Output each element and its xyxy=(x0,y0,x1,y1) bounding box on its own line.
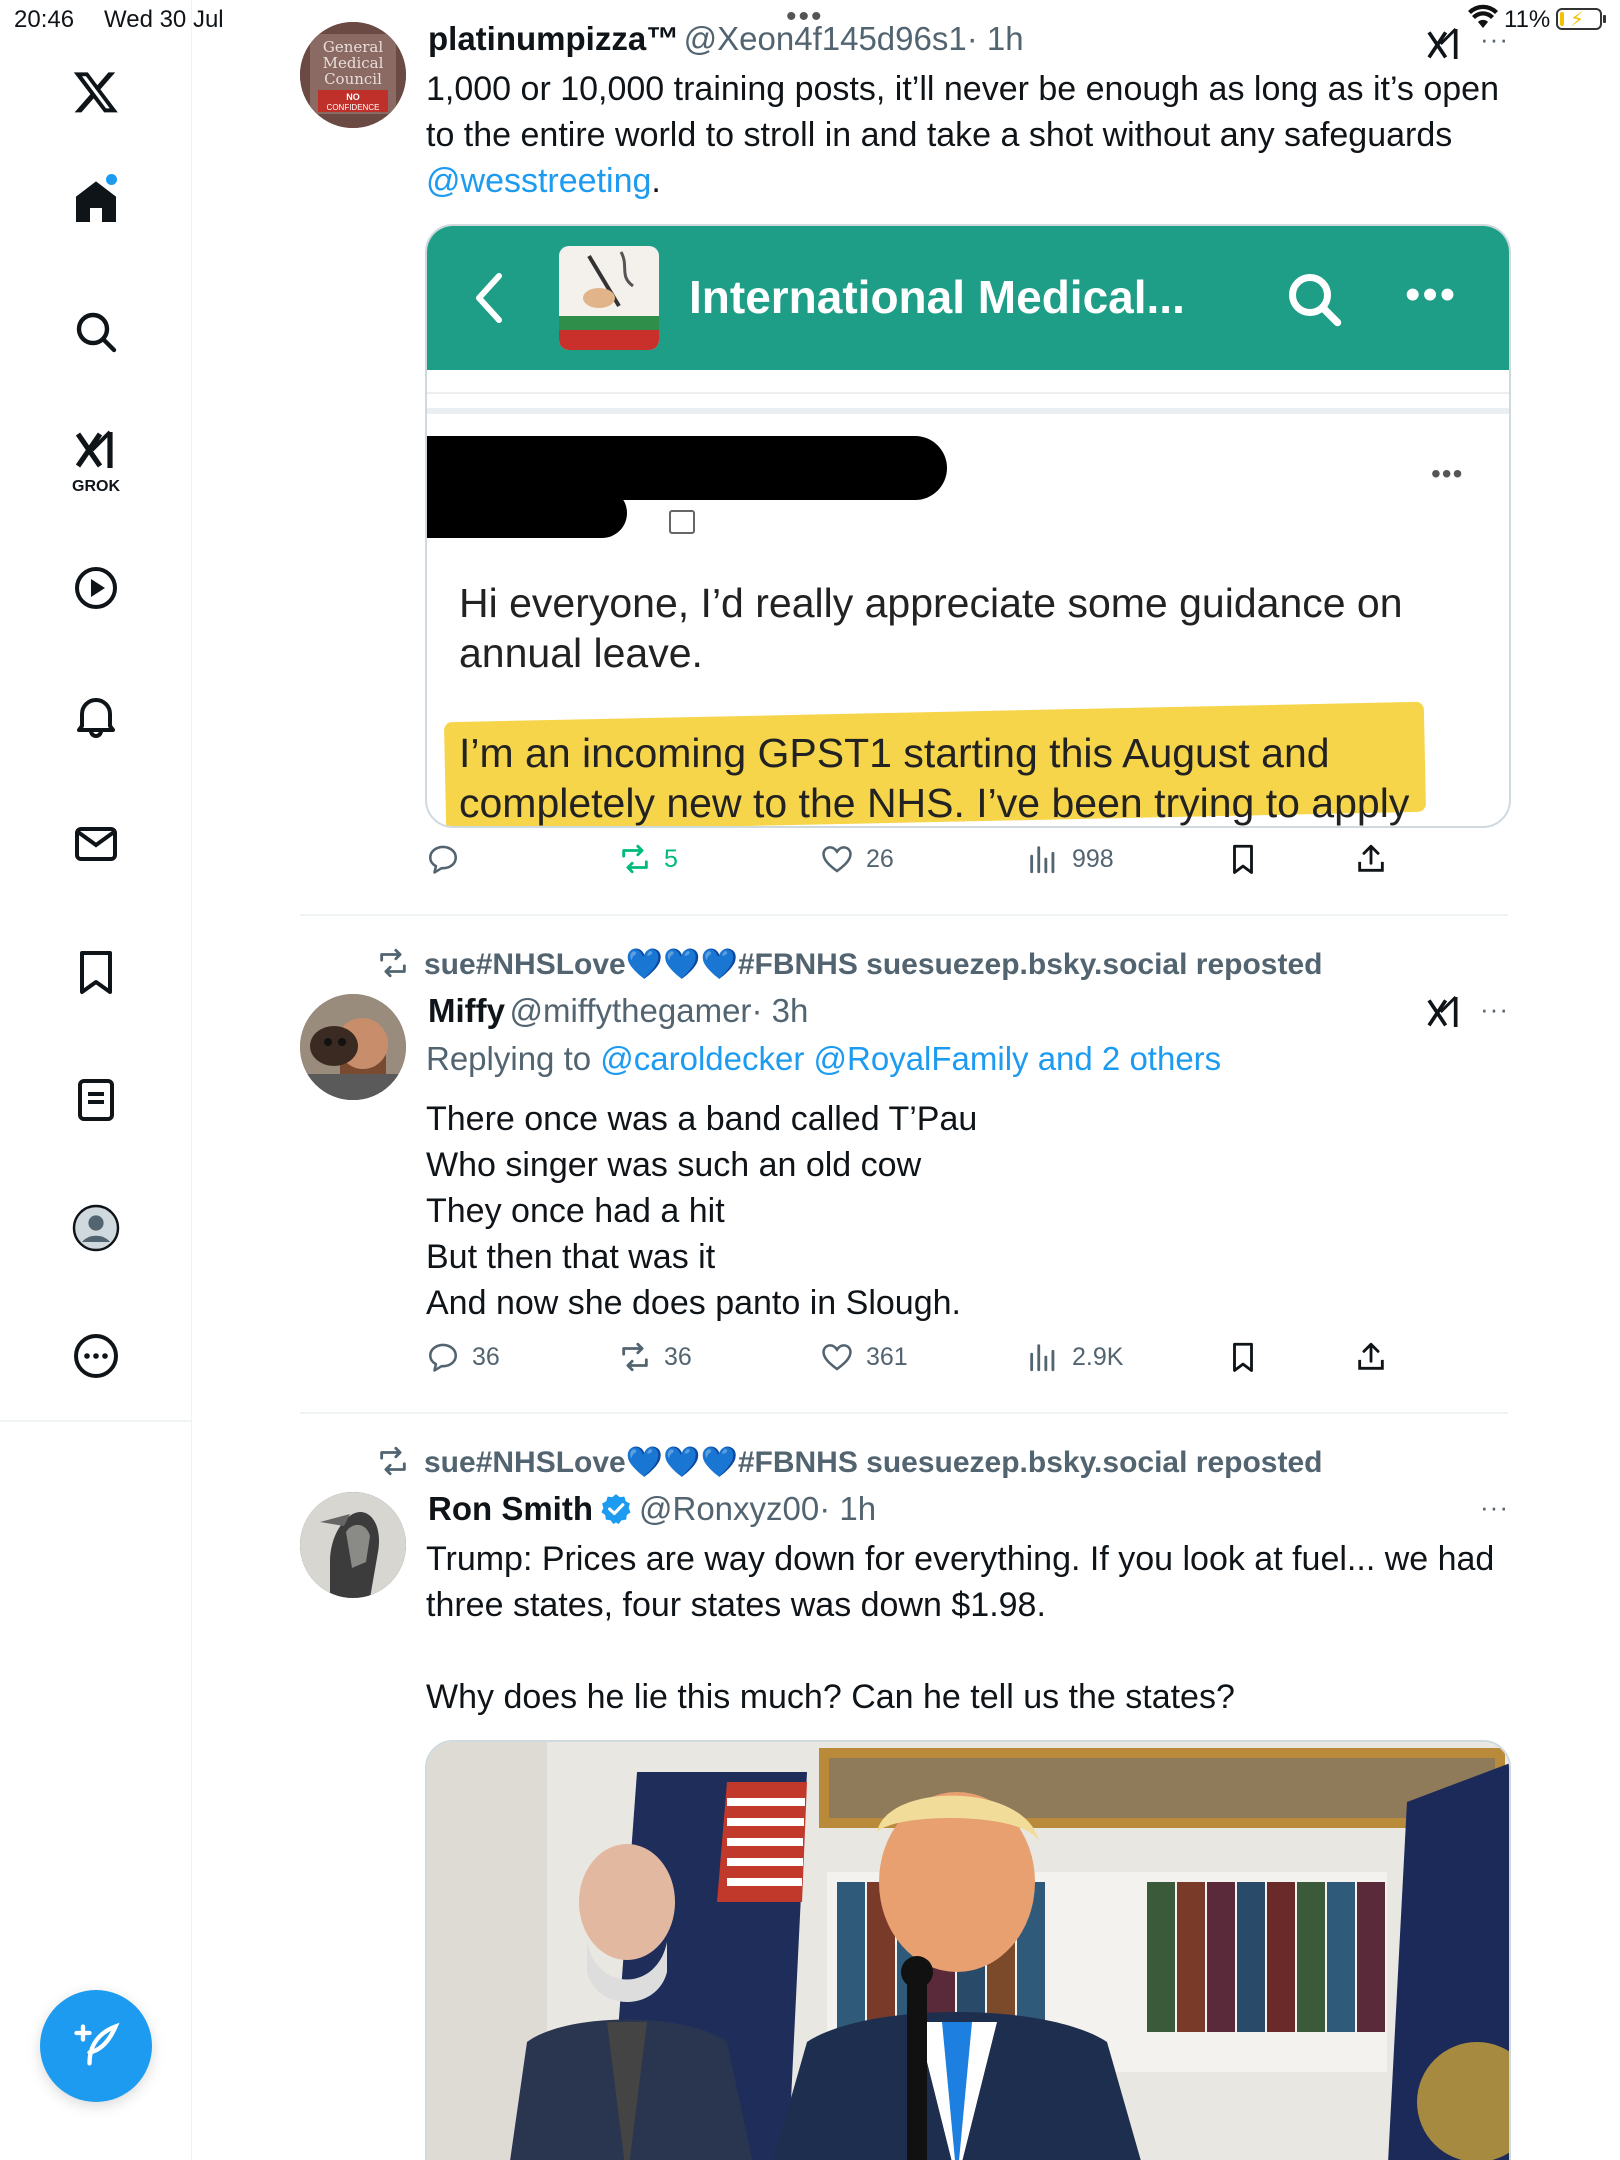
photo-icon xyxy=(669,510,695,534)
tweet-actions: 36 36 361 2.9K xyxy=(426,1340,1426,1390)
grok-explain-icon[interactable] xyxy=(1424,992,1464,1032)
avatar-text-line: CONFIDENCE xyxy=(327,103,380,112)
author-name[interactable]: Miffy xyxy=(428,992,505,1029)
x-logo-icon[interactable] xyxy=(60,56,132,128)
author-handle[interactable]: @miffythegamer xyxy=(509,992,751,1029)
screenshot-post-highlight-text: I’m an incoming GPST1 starting this Augu… xyxy=(459,730,1410,826)
share-button[interactable] xyxy=(1354,842,1400,876)
avatar-text-line: Council xyxy=(324,70,382,88)
more-options-icon[interactable]: ··· xyxy=(1480,1492,1509,1523)
grok-explain-icon[interactable] xyxy=(1424,24,1464,64)
app-menu-dots-icon: ••• xyxy=(1405,270,1458,319)
app-header-title: International Medical... xyxy=(689,271,1185,323)
tweet-header: platinumpizza™ @Xeon4f145d96s1· 1h xyxy=(428,20,1024,58)
views-button[interactable]: 2.9K xyxy=(1026,1340,1123,1374)
compose-post-icon xyxy=(74,2022,120,2066)
tweet-divider xyxy=(300,914,1508,916)
bookmark-button[interactable] xyxy=(1226,842,1272,876)
like-button[interactable]: 26 xyxy=(820,842,894,876)
tweet-time[interactable]: · 1h xyxy=(967,20,1024,57)
repost-icon xyxy=(622,1342,648,1372)
sidebar-nav: GROK xyxy=(0,0,192,2160)
tweet-text: 1,000 or 10,000 training posts, it’ll ne… xyxy=(426,70,1499,200)
bookmark-icon xyxy=(1233,844,1253,874)
press-conference-photo xyxy=(427,1742,1509,2160)
app-header-bar: International Medical... ••• xyxy=(427,226,1509,370)
grok-icon[interactable] xyxy=(60,414,132,486)
messages-icon[interactable] xyxy=(60,808,132,880)
repost-button[interactable]: 36 xyxy=(618,1340,692,1374)
mention-link[interactable]: @wesstreeting xyxy=(426,162,651,200)
tweet-actions: 5 26 998 xyxy=(426,842,1426,892)
app-search-icon xyxy=(1289,274,1342,327)
avatar[interactable] xyxy=(300,994,406,1100)
author-name[interactable]: Ron Smith xyxy=(428,1490,593,1527)
lists-icon[interactable] xyxy=(60,1064,132,1136)
avatar[interactable]: General Medical Council NO CONFIDENCE xyxy=(300,22,406,128)
compose-post-button[interactable] xyxy=(40,1990,152,2102)
reply-icon xyxy=(428,845,458,874)
share-icon xyxy=(1358,844,1384,872)
tweet-divider xyxy=(300,1412,1508,1414)
tweet-header: Ron Smith @Ronxyz00· 1h xyxy=(428,1490,876,1528)
search-icon[interactable] xyxy=(60,296,132,368)
more-options-icon[interactable]: ··· xyxy=(1480,994,1509,1025)
avatar[interactable] xyxy=(300,1492,406,1598)
profile-icon[interactable] xyxy=(60,1192,132,1264)
author-handle[interactable]: @Ronxyz00 xyxy=(639,1490,819,1527)
replying-to-links[interactable]: @caroldecker @RoyalFamily and 2 others xyxy=(600,1040,1221,1077)
redaction-mark xyxy=(427,488,627,538)
like-button[interactable]: 361 xyxy=(820,1340,908,1374)
tweet-time[interactable]: · 3h xyxy=(751,992,808,1029)
more-icon[interactable] xyxy=(60,1320,132,1392)
tweet-header: Miffy @miffythegamer· 3h xyxy=(428,992,808,1030)
repost-icon xyxy=(622,844,648,874)
repost-button[interactable]: 5 xyxy=(618,842,678,876)
tweet-media-image[interactable] xyxy=(425,1740,1511,2160)
timeline-feed: General Medical Council NO CONFIDENCE pl… xyxy=(192,0,1620,2160)
tweet-time[interactable]: · 1h xyxy=(819,1490,876,1527)
home-notification-dot xyxy=(106,174,117,185)
tweet-text: There once was a band called T’Pau Who s… xyxy=(426,1100,978,1322)
heart-icon xyxy=(822,1344,852,1371)
share-button[interactable] xyxy=(1354,1340,1400,1374)
bookmark-icon xyxy=(1233,1342,1253,1372)
author-name[interactable]: platinumpizza™ xyxy=(428,20,679,57)
tweet-media-image[interactable]: International Medical... ••• ••• Hi ever… xyxy=(425,224,1511,828)
notifications-icon[interactable] xyxy=(60,680,132,752)
repost-indicator[interactable]: sue#NHSLove💙💙💙#FBNHS suesuezep.bsky.soci… xyxy=(376,946,1322,982)
back-chevron-icon xyxy=(476,273,502,323)
avatar-text-line: NO xyxy=(346,92,360,102)
repost-icon xyxy=(380,948,406,978)
tweet-text: Trump: Prices are way down for everythin… xyxy=(426,1540,1495,1716)
views-button[interactable]: 998 xyxy=(1026,842,1114,876)
author-handle[interactable]: @Xeon4f145d96s1 xyxy=(684,20,967,57)
verified-badge-icon xyxy=(601,1494,631,1525)
reply-icon xyxy=(428,1343,458,1372)
share-icon xyxy=(1358,1342,1384,1370)
post-menu-dots-icon: ••• xyxy=(1431,458,1464,489)
sidebar-divider xyxy=(0,1420,192,1422)
bookmark-button[interactable] xyxy=(1226,1340,1272,1374)
repost-icon xyxy=(380,1446,406,1476)
reply-button[interactable]: 36 xyxy=(426,1340,500,1374)
bookmarks-icon[interactable] xyxy=(60,936,132,1008)
video-icon[interactable] xyxy=(60,552,132,624)
repost-indicator[interactable]: sue#NHSLove💙💙💙#FBNHS suesuezep.bsky.soci… xyxy=(376,1444,1322,1480)
views-chart-icon xyxy=(1030,846,1055,874)
reply-button[interactable] xyxy=(426,842,472,876)
screenshot-post-text: Hi everyone, I’d really appreciate some … xyxy=(459,580,1403,676)
replying-to: Replying to @caroldecker @RoyalFamily an… xyxy=(426,1040,1222,1077)
heart-icon xyxy=(822,846,852,873)
group-thumbnail xyxy=(559,246,659,350)
more-options-icon[interactable]: ··· xyxy=(1480,24,1509,55)
home-icon[interactable] xyxy=(60,166,132,238)
grok-label: GROK xyxy=(72,478,120,495)
views-chart-icon xyxy=(1030,1344,1055,1372)
